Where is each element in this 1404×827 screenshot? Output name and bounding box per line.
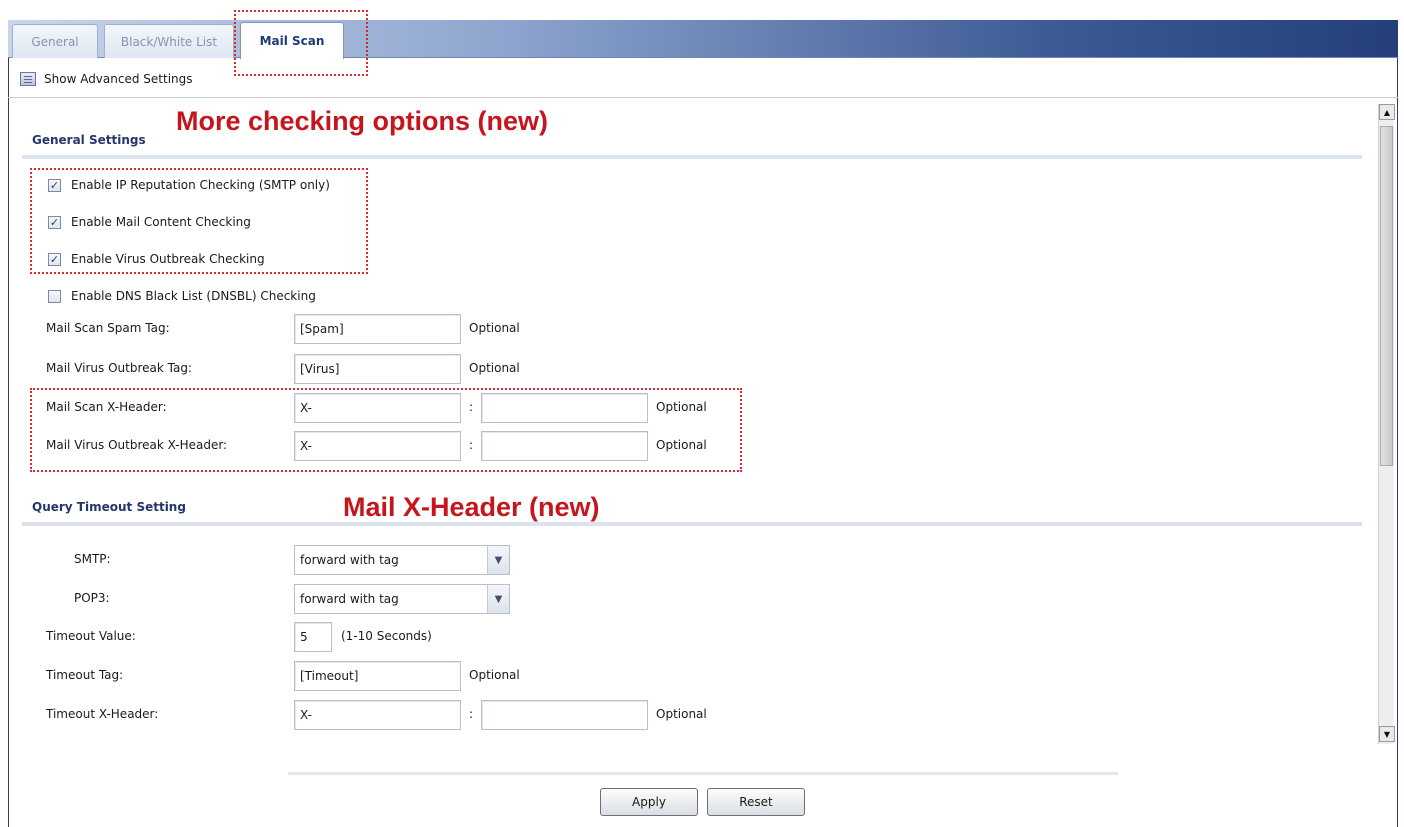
scroll-up-icon[interactable]: ▲	[1379, 104, 1395, 120]
scan-xheader-name-input[interactable]: X-	[294, 393, 461, 423]
tab-black-white-list[interactable]: Black/White List	[104, 24, 234, 58]
virus-xheader-optional: Optional	[656, 438, 707, 452]
ip-reputation-checkbox[interactable]: ✓	[48, 178, 61, 192]
virus-tag-input[interactable]: [Virus]	[294, 354, 461, 384]
spam-tag-optional: Optional	[469, 321, 520, 335]
spam-tag-label: Mail Scan Spam Tag:	[46, 321, 170, 335]
virus-xheader-value-input[interactable]	[481, 431, 648, 461]
smtp-action-select[interactable]: forward with tag ▼	[294, 545, 510, 575]
scrollbar-thumb[interactable]	[1380, 126, 1393, 466]
mail-content-label: Enable Mail Content Checking	[71, 215, 251, 229]
show-advanced-settings-toggle[interactable]: Show Advanced Settings	[8, 60, 1398, 98]
scan-xheader-colon: :	[469, 400, 474, 414]
virus-tag-optional: Optional	[469, 361, 520, 375]
tab-general-label: General	[31, 34, 79, 49]
scan-xheader-optional: Optional	[656, 400, 707, 414]
show-advanced-settings-label: Show Advanced Settings	[44, 71, 193, 86]
virus-outbreak-checkbox-row[interactable]: ✓ Enable Virus Outbreak Checking	[48, 252, 265, 266]
section-divider	[22, 155, 1362, 159]
settings-list-icon	[20, 71, 36, 86]
annotation-more-checking: More checking options (new)	[176, 106, 549, 136]
ip-reputation-label: Enable IP Reputation Checking (SMTP only…	[71, 178, 330, 192]
smtp-label: SMTP:	[74, 552, 111, 566]
tab-general[interactable]: General	[12, 24, 98, 58]
pop3-action-select[interactable]: forward with tag ▼	[294, 584, 510, 614]
reset-button[interactable]: Reset	[707, 788, 805, 816]
pop3-action-value: forward with tag	[300, 592, 399, 606]
timeout-xheader-colon: :	[469, 707, 474, 721]
timeout-value-input[interactable]: 5	[294, 622, 332, 652]
query-timeout-heading: Query Timeout Setting	[32, 500, 186, 514]
timeout-tag-input[interactable]: [Timeout]	[294, 661, 461, 691]
timeout-xheader-optional: Optional	[656, 707, 707, 721]
smtp-action-value: forward with tag	[300, 553, 399, 567]
mail-content-checkbox[interactable]: ✓	[48, 215, 61, 229]
ip-reputation-checkbox-row[interactable]: ✓ Enable IP Reputation Checking (SMTP on…	[48, 178, 330, 192]
virus-xheader-label: Mail Virus Outbreak X-Header:	[46, 438, 228, 452]
timeout-value-label: Timeout Value:	[46, 629, 136, 643]
tab-bar: General Black/White List Mail Scan	[8, 20, 1398, 59]
dnsbl-checkbox[interactable]	[48, 289, 61, 303]
chevron-down-icon[interactable]: ▼	[487, 546, 509, 574]
virus-outbreak-label: Enable Virus Outbreak Checking	[71, 252, 265, 266]
chevron-down-icon[interactable]: ▼	[487, 585, 509, 613]
timeout-value-range: (1-10 Seconds)	[341, 629, 432, 643]
timeout-xheader-name-input[interactable]: X-	[294, 700, 461, 730]
virus-xheader-colon: :	[469, 438, 474, 452]
scroll-down-icon[interactable]: ▼	[1379, 726, 1395, 742]
timeout-tag-label: Timeout Tag:	[46, 668, 124, 682]
spam-tag-input[interactable]: [Spam]	[294, 314, 461, 344]
section-divider	[22, 522, 1362, 526]
tab-black-white-list-label: Black/White List	[120, 34, 218, 49]
mail-content-checkbox-row[interactable]: ✓ Enable Mail Content Checking	[48, 215, 251, 229]
virus-outbreak-checkbox[interactable]: ✓	[48, 252, 61, 266]
timeout-xheader-label: Timeout X-Header:	[46, 707, 159, 721]
vertical-scrollbar[interactable]: ▲ ▼	[1378, 104, 1395, 744]
scan-xheader-label: Mail Scan X-Header:	[46, 400, 167, 414]
footer-divider	[288, 772, 1118, 775]
general-settings-heading: General Settings	[32, 133, 146, 147]
virus-tag-label: Mail Virus Outbreak Tag:	[46, 361, 192, 375]
dnsbl-label: Enable DNS Black List (DNSBL) Checking	[71, 289, 316, 303]
scan-xheader-value-input[interactable]	[481, 393, 648, 423]
annotation-mail-xheader: Mail X-Header (new)	[343, 492, 600, 522]
pop3-label: POP3:	[74, 591, 110, 605]
virus-xheader-name-input[interactable]: X-	[294, 431, 461, 461]
apply-button[interactable]: Apply	[600, 788, 698, 816]
timeout-tag-optional: Optional	[469, 668, 520, 682]
timeout-xheader-value-input[interactable]	[481, 700, 648, 730]
dnsbl-checkbox-row[interactable]: Enable DNS Black List (DNSBL) Checking	[48, 289, 316, 303]
